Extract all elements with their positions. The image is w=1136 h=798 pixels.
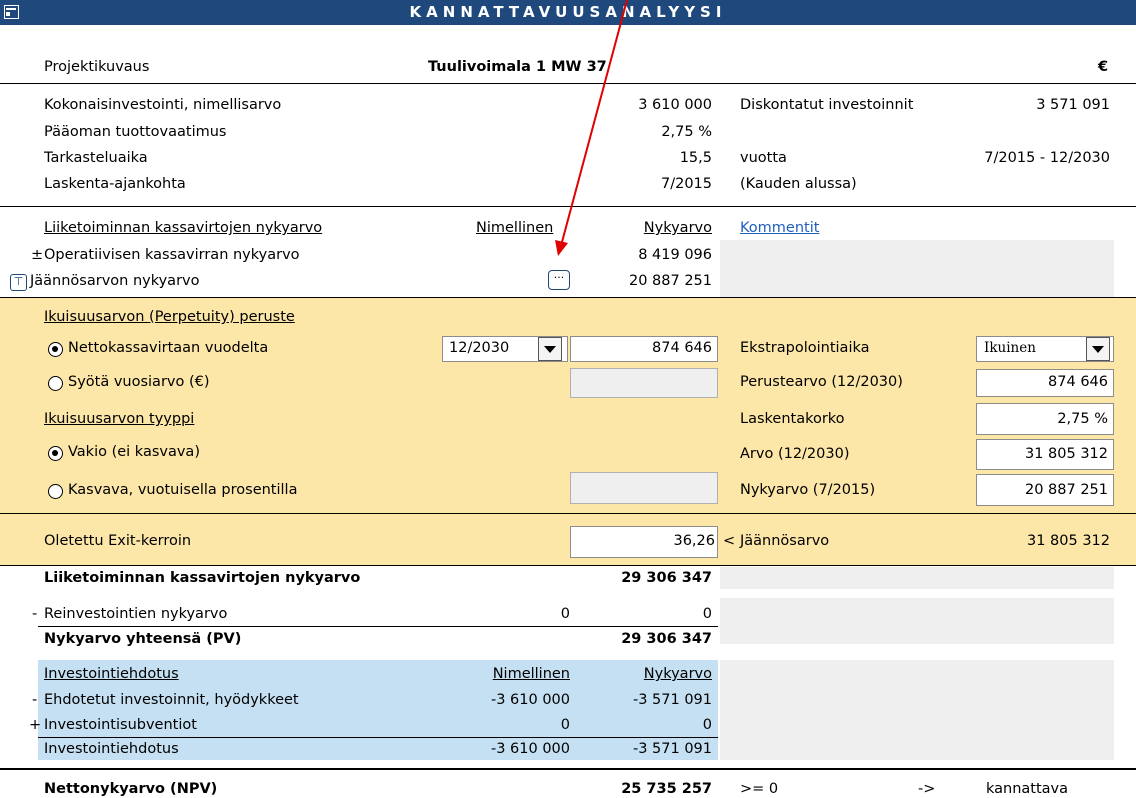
annotation-arrow-icon	[555, 0, 628, 256]
